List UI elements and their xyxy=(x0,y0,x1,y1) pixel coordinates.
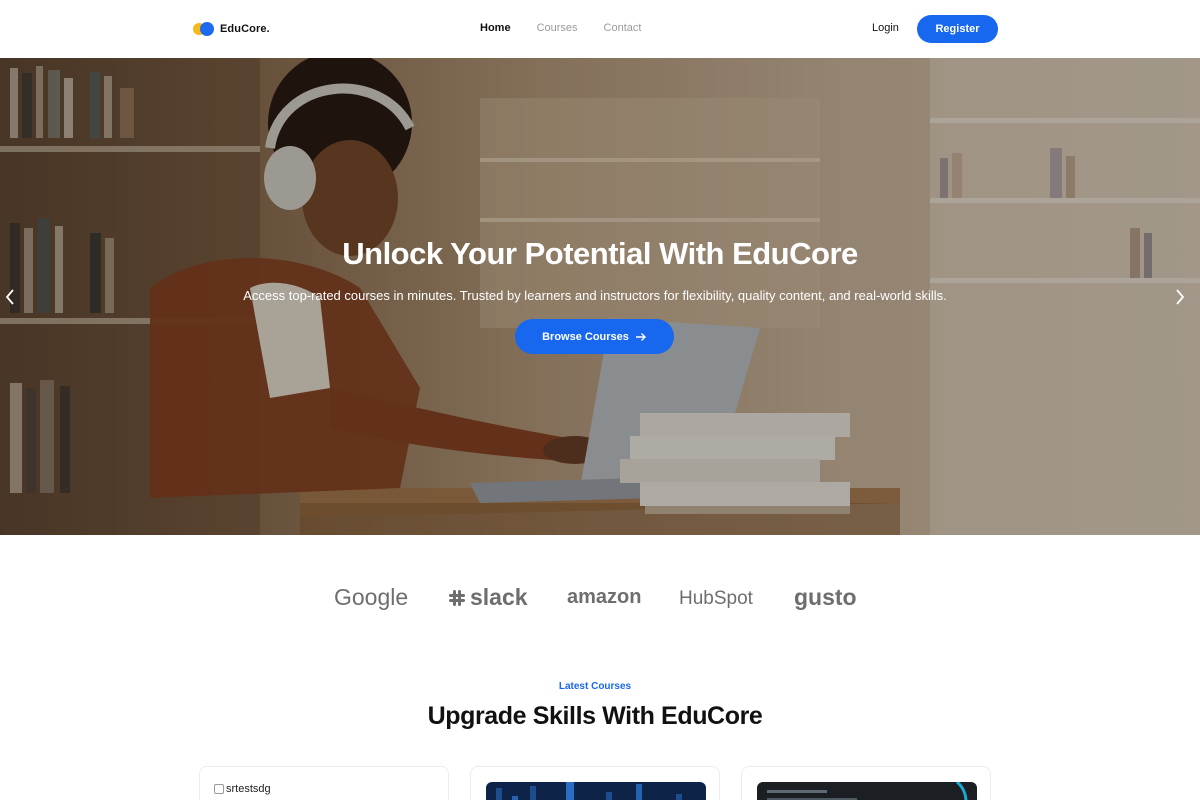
course-thumbnail xyxy=(757,782,977,800)
amazon-logo: amazon xyxy=(567,586,642,608)
brand-logo[interactable]: EduCore. xyxy=(193,19,270,39)
slack-hash-icon xyxy=(449,589,465,606)
main-nav: Home Courses Contact xyxy=(480,22,641,34)
brand-mark-icon xyxy=(193,21,215,37)
slack-logo: slack xyxy=(448,584,528,611)
course-card[interactable] xyxy=(470,766,720,800)
hubspot-logo: HubSpot xyxy=(679,588,753,609)
nav-link-home[interactable]: Home xyxy=(480,22,511,34)
browse-courses-button[interactable]: Browse Courses xyxy=(515,319,674,354)
browse-courses-label: Browse Courses xyxy=(542,330,629,343)
brand-name: EduCore. xyxy=(220,23,270,35)
nav-link-courses[interactable]: Courses xyxy=(537,22,578,34)
course-image-broken: srtestsdg xyxy=(214,783,271,795)
google-logo: Google xyxy=(334,584,409,610)
broken-image-icon xyxy=(214,784,224,794)
hero-title: Unlock Your Potential With EduCore xyxy=(342,236,858,271)
course-card[interactable] xyxy=(741,766,991,800)
nav-link-contact[interactable]: Contact xyxy=(604,22,642,34)
course-image-alt-text: srtestsdg xyxy=(226,783,271,795)
section-eyebrow: Latest Courses xyxy=(558,681,632,692)
slack-logo-text: slack xyxy=(470,584,528,610)
gusto-logo: gusto xyxy=(794,584,857,610)
course-card[interactable]: srtestsdg xyxy=(199,766,449,800)
partner-logos: Google slack amazon HubSpot gusto xyxy=(0,580,1200,620)
navbar: EduCore. Home Courses Contact Login Regi… xyxy=(0,0,1200,58)
hero-subtitle: Access top-rated courses in minutes. Tru… xyxy=(243,288,947,303)
arrow-right-icon xyxy=(635,332,646,341)
register-button[interactable]: Register xyxy=(917,15,998,43)
hero-banner: Unlock Your Potential With EduCore Acces… xyxy=(0,58,1200,535)
section-title: Upgrade Skills With EduCore xyxy=(427,702,763,730)
course-thumbnail xyxy=(486,782,706,800)
login-link[interactable]: Login xyxy=(872,22,899,34)
